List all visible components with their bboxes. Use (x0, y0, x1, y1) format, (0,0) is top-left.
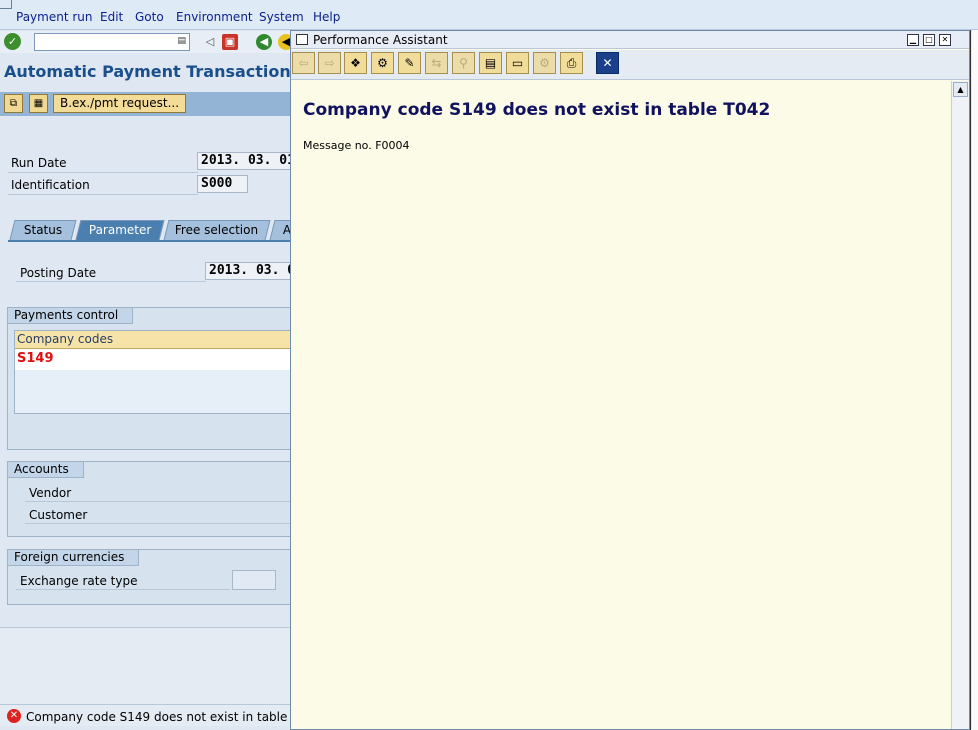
popup-content: Company code S149 does not exist in tabl… (291, 81, 951, 729)
error-icon: ✕ (7, 709, 21, 723)
status-bar[interactable]: ✕ Company code S149 does not exist in ta… (0, 704, 300, 726)
posting-date-underline (16, 281, 206, 282)
tabstrip-underline (8, 240, 300, 242)
tab-status[interactable]: Status (9, 220, 77, 240)
menu-bar: Payment run Edit Goto Environment System… (0, 0, 978, 30)
run-date-field[interactable]: 2013. 03. 01 (197, 152, 300, 170)
window-icon (0, 0, 12, 9)
back-icon[interactable]: ◀ (256, 34, 272, 50)
empty-area (0, 628, 300, 704)
application-toolbar: ⧉ ▦ B.ex./pmt request... (0, 92, 300, 116)
close-icon[interactable]: ✕ (596, 52, 619, 74)
display-icon[interactable]: ▭ (506, 52, 529, 74)
run-date-underline (8, 172, 198, 173)
command-field[interactable]: ▤ (34, 33, 190, 51)
scroll-up-icon[interactable]: ▲ (953, 82, 968, 97)
history-back-icon[interactable]: ◁ (202, 34, 218, 50)
standard-toolbar: ✓ ▤ ◁ ▣ ◀ ◀ (0, 31, 300, 53)
print-icon[interactable]: ▦ (29, 94, 48, 113)
menu-item-help[interactable]: Help (313, 10, 340, 24)
popup-title: Performance Assistant (313, 33, 448, 47)
forward-arrow-icon[interactable]: ⇨ (318, 52, 341, 74)
dropdown-icon[interactable]: ▤ (177, 36, 186, 46)
payments-control-title: Payments control (7, 307, 134, 324)
performance-assistant-window: Performance Assistant ▁ □ ✕ ⇦ ⇨ ❖ ⚙ ✎ ⇆ … (290, 30, 970, 730)
technical-info-icon[interactable]: ⚙ (371, 52, 394, 74)
link-icon[interactable]: ⇆ (425, 52, 448, 74)
exchange-rate-underline (16, 589, 230, 590)
menu-item-edit[interactable]: Edit (100, 10, 123, 24)
window-icon (296, 34, 308, 45)
enter-icon[interactable]: ✓ (4, 33, 21, 50)
customer-label: Customer (29, 508, 88, 522)
popup-toolbar: ⇦ ⇨ ❖ ⚙ ✎ ⇆ ⚲ ▤ ▭ ⚙ ⎙ ✕ (291, 50, 969, 80)
status-message: Company code S149 does not exist in tabl… (26, 710, 294, 724)
exchange-rate-label: Exchange rate type (20, 574, 138, 588)
book-icon[interactable]: ❖ (344, 52, 367, 74)
menu-item-environment[interactable]: Environment (176, 10, 253, 24)
accounts-title: Accounts (7, 461, 84, 478)
identification-underline (8, 194, 198, 195)
company-codes-header[interactable]: Company codes (15, 331, 299, 349)
exchange-rate-field[interactable] (232, 570, 276, 590)
message-number: Message no. F0004 (303, 139, 410, 152)
find-icon[interactable]: ⚲ (452, 52, 475, 74)
print-icon[interactable]: ⎙ (560, 52, 583, 74)
menu-item-system[interactable]: System (259, 10, 304, 24)
customer-underline (25, 523, 300, 524)
vertical-scrollbar[interactable]: ▲ (951, 81, 969, 729)
menu-item-goto[interactable]: Goto (135, 10, 164, 24)
menu-item-payment-run[interactable]: Payment run (16, 10, 93, 24)
page-title: Automatic Payment Transactions (4, 62, 301, 81)
back-arrow-icon[interactable]: ⇦ (292, 52, 315, 74)
posting-date-field[interactable]: 2013. 03. 0 (205, 262, 300, 280)
identification-label: Identification (11, 178, 90, 192)
tab-parameter[interactable]: Parameter (75, 220, 165, 240)
screen-edge (972, 30, 978, 730)
vendor-underline (25, 501, 300, 502)
minimize-icon[interactable]: ▁ (907, 34, 919, 46)
maximize-icon[interactable]: □ (923, 34, 935, 46)
posting-date-label: Posting Date (20, 266, 97, 280)
bex-pmt-request-button[interactable]: B.ex./pmt request... (53, 94, 187, 113)
message-title: Company code S149 does not exist in tabl… (303, 100, 771, 120)
identification-field[interactable]: S000 (197, 175, 248, 193)
settings-icon[interactable]: ⚙ (533, 52, 556, 74)
foreign-currencies-title: Foreign currencies (7, 549, 140, 566)
save-icon[interactable]: ▣ (222, 34, 238, 50)
tab-free-selection[interactable]: Free selection (163, 220, 271, 240)
company-code-row[interactable]: S149 (15, 349, 299, 370)
document-icon[interactable]: ▤ (479, 52, 502, 74)
vendor-label: Vendor (29, 486, 72, 500)
company-codes-table: Company codes S149 (14, 330, 300, 414)
close-window-icon[interactable]: ✕ (939, 34, 951, 46)
run-date-label: Run Date (11, 156, 67, 170)
edit-icon[interactable]: ✎ (398, 52, 421, 74)
copy-icon[interactable]: ⧉ (4, 94, 23, 113)
popup-titlebar[interactable]: Performance Assistant ▁ □ ✕ (291, 31, 969, 49)
